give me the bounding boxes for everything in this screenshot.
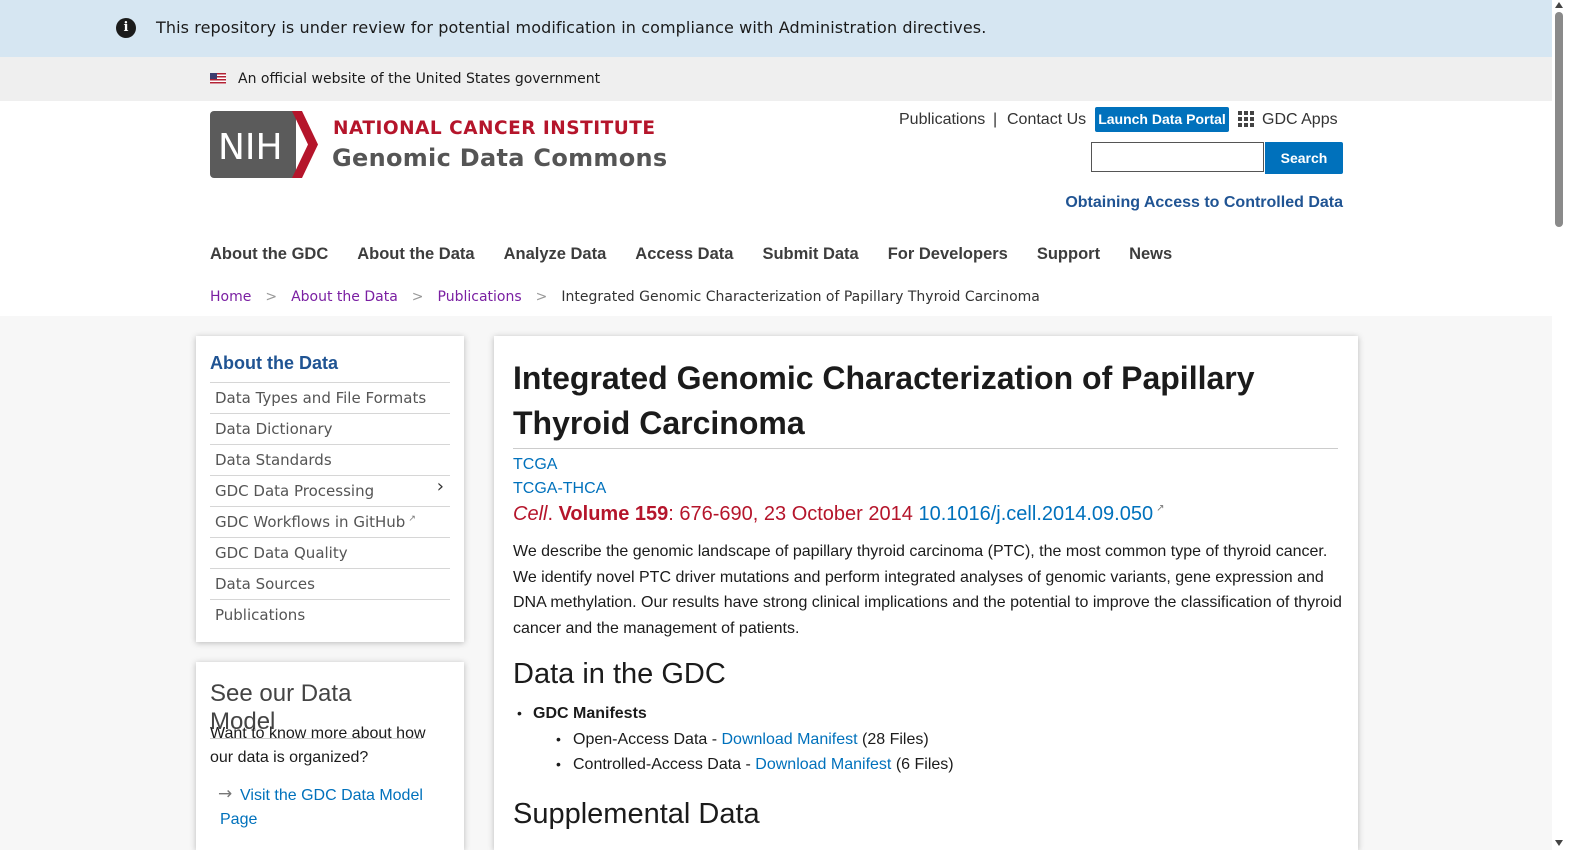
breadcrumb-about-data[interactable]: About the Data [291, 289, 398, 305]
gov-banner-text: An official website of the United States… [238, 71, 601, 87]
nav-access-data[interactable]: Access Data [635, 245, 733, 264]
page-scrollbar[interactable] [1552, 0, 1578, 850]
sidebar-menu: About the Data Data Types and File Forma… [196, 336, 464, 642]
gdc-apps-link[interactable]: GDC Apps [1262, 111, 1338, 129]
sidebar-item-label: Data Dictionary [215, 420, 333, 438]
chevron-right-icon[interactable]: › [437, 476, 444, 497]
sidebar-item-data-dictionary[interactable]: Data Dictionary [210, 413, 450, 444]
apps-grid-icon[interactable] [1238, 111, 1254, 127]
section-heading-supplemental: Supplemental Data [513, 798, 760, 830]
sidebar-item-label: GDC Data Processing [215, 482, 375, 500]
sidebar-item-label: Data Standards [215, 451, 332, 469]
nav-analyze-data[interactable]: Analyze Data [504, 245, 607, 264]
institute-name[interactable]: NATIONAL CANCER INSTITUTE [333, 118, 656, 139]
citation-volume: Volume 159 [558, 503, 669, 525]
controlled-access-row: Controlled-Access Data - Download Manife… [573, 756, 954, 774]
nav-news[interactable]: News [1129, 245, 1172, 264]
nav-about-data[interactable]: About the Data [357, 245, 474, 264]
sidebar-item-data-processing[interactable]: GDC Data Processing › [210, 475, 450, 506]
sidebar-item-label: GDC Workflows in GitHub [215, 513, 406, 531]
breadcrumb-separator: > [411, 289, 424, 305]
search-input[interactable] [1091, 142, 1264, 172]
doi-link[interactable]: 10.1016/j.cell.2014.09.050 [918, 503, 1153, 525]
scroll-up-icon[interactable] [1555, 2, 1563, 8]
info-icon: i [116, 18, 136, 38]
search-button[interactable]: Search [1265, 142, 1343, 174]
controlled-access-count: (6 Files) [891, 756, 954, 773]
review-banner: i This repository is under review for po… [0, 0, 1552, 57]
program-link[interactable]: TCGA [513, 456, 557, 474]
nav-submit-data[interactable]: Submit Data [762, 245, 858, 264]
sidebar-item-label: Data Sources [215, 575, 315, 593]
breadcrumb-home[interactable]: Home [210, 289, 251, 305]
citation-journal-dot: . [547, 503, 554, 525]
data-model-text: Want to know more about how our data is … [210, 725, 426, 766]
nav-about-gdc[interactable]: About the GDC [210, 245, 328, 264]
controlled-access-download-link[interactable]: Download Manifest [755, 756, 891, 773]
citation-pages-date: : 676-690, 23 October 2014 [668, 503, 913, 525]
controlled-data-link[interactable]: Obtaining Access to Controlled Data [1065, 194, 1343, 212]
sidebar-item-label: GDC Data Quality [215, 544, 348, 562]
sidebar-item-workflows-github[interactable]: GDC Workflows in GitHub ↗ [210, 506, 450, 537]
controlled-access-label: Controlled-Access Data - [573, 756, 756, 773]
sidebar-item-data-standards[interactable]: Data Standards [210, 444, 450, 475]
sidebar-item-label: Data Types and File Formats [215, 389, 427, 407]
nav-for-developers[interactable]: For Developers [888, 245, 1008, 264]
section-heading-gdc: Data in the GDC [513, 658, 726, 690]
scroll-down-icon[interactable] [1555, 840, 1563, 846]
open-access-label: Open-Access Data - [573, 731, 722, 748]
sidebar-item-label: Publications [215, 606, 306, 624]
utility-separator: | [993, 111, 998, 128]
manifests-label: GDC Manifests [533, 705, 647, 722]
citation-journal: Cell [513, 503, 548, 525]
breadcrumb-publications[interactable]: Publications [438, 289, 522, 305]
sidebar-item-data-types[interactable]: Data Types and File Formats [210, 382, 450, 413]
abstract: We describe the genomic landscape of pap… [513, 543, 1342, 637]
launch-data-portal-button[interactable]: Launch Data Portal [1095, 107, 1229, 132]
page-title: Integrated Genomic Characterization of P… [513, 356, 1338, 449]
breadcrumb-separator: > [535, 289, 548, 305]
article-content: Integrated Genomic Characterization of P… [494, 336, 1358, 850]
nih-logo[interactable]: NIH [210, 111, 320, 178]
data-model-link[interactable]: Visit the GDC Data Model Page [220, 784, 435, 832]
main-nav: About the GDC About the Data Analyze Dat… [210, 245, 1201, 264]
contact-link[interactable]: Contact Us [1007, 111, 1086, 129]
external-link-icon: ↗ [1156, 503, 1165, 514]
gov-banner: An official website of the United States… [0, 57, 1552, 101]
breadcrumb-current: Integrated Genomic Characterization of P… [561, 289, 1040, 305]
project-link[interactable]: TCGA-THCA [513, 480, 606, 498]
nih-logo-text: NIH [218, 127, 283, 168]
review-message: This repository is under review for pote… [156, 18, 987, 37]
list-bullet: • [556, 756, 561, 772]
external-link-icon: ↗ [408, 514, 416, 524]
nav-support[interactable]: Support [1037, 245, 1100, 264]
publications-link[interactable]: Publications [899, 111, 985, 129]
breadcrumb-separator: > [265, 289, 278, 305]
list-bullet: • [556, 731, 561, 747]
sidebar-item-publications[interactable]: Publications [210, 599, 450, 630]
site-name[interactable]: Genomic Data Commons [332, 144, 667, 172]
breadcrumb: Home > About the Data > Publications > I… [210, 289, 1040, 305]
sidebar-item-data-quality[interactable]: GDC Data Quality [210, 537, 450, 568]
sidebar-title[interactable]: About the Data [210, 353, 338, 374]
us-flag-icon [210, 73, 226, 84]
open-access-download-link[interactable]: Download Manifest [722, 731, 858, 748]
scrollbar-thumb[interactable] [1555, 12, 1563, 227]
open-access-count: (28 Files) [857, 731, 929, 748]
list-bullet: • [517, 705, 522, 721]
citation: Cell. Volume 159: 676-690, 23 October 20… [513, 503, 1164, 526]
sidebar-item-data-sources[interactable]: Data Sources [210, 568, 450, 599]
open-access-row: Open-Access Data - Download Manifest (28… [573, 731, 929, 749]
data-model-card: See our Data Model Want to know more abo… [196, 662, 464, 850]
